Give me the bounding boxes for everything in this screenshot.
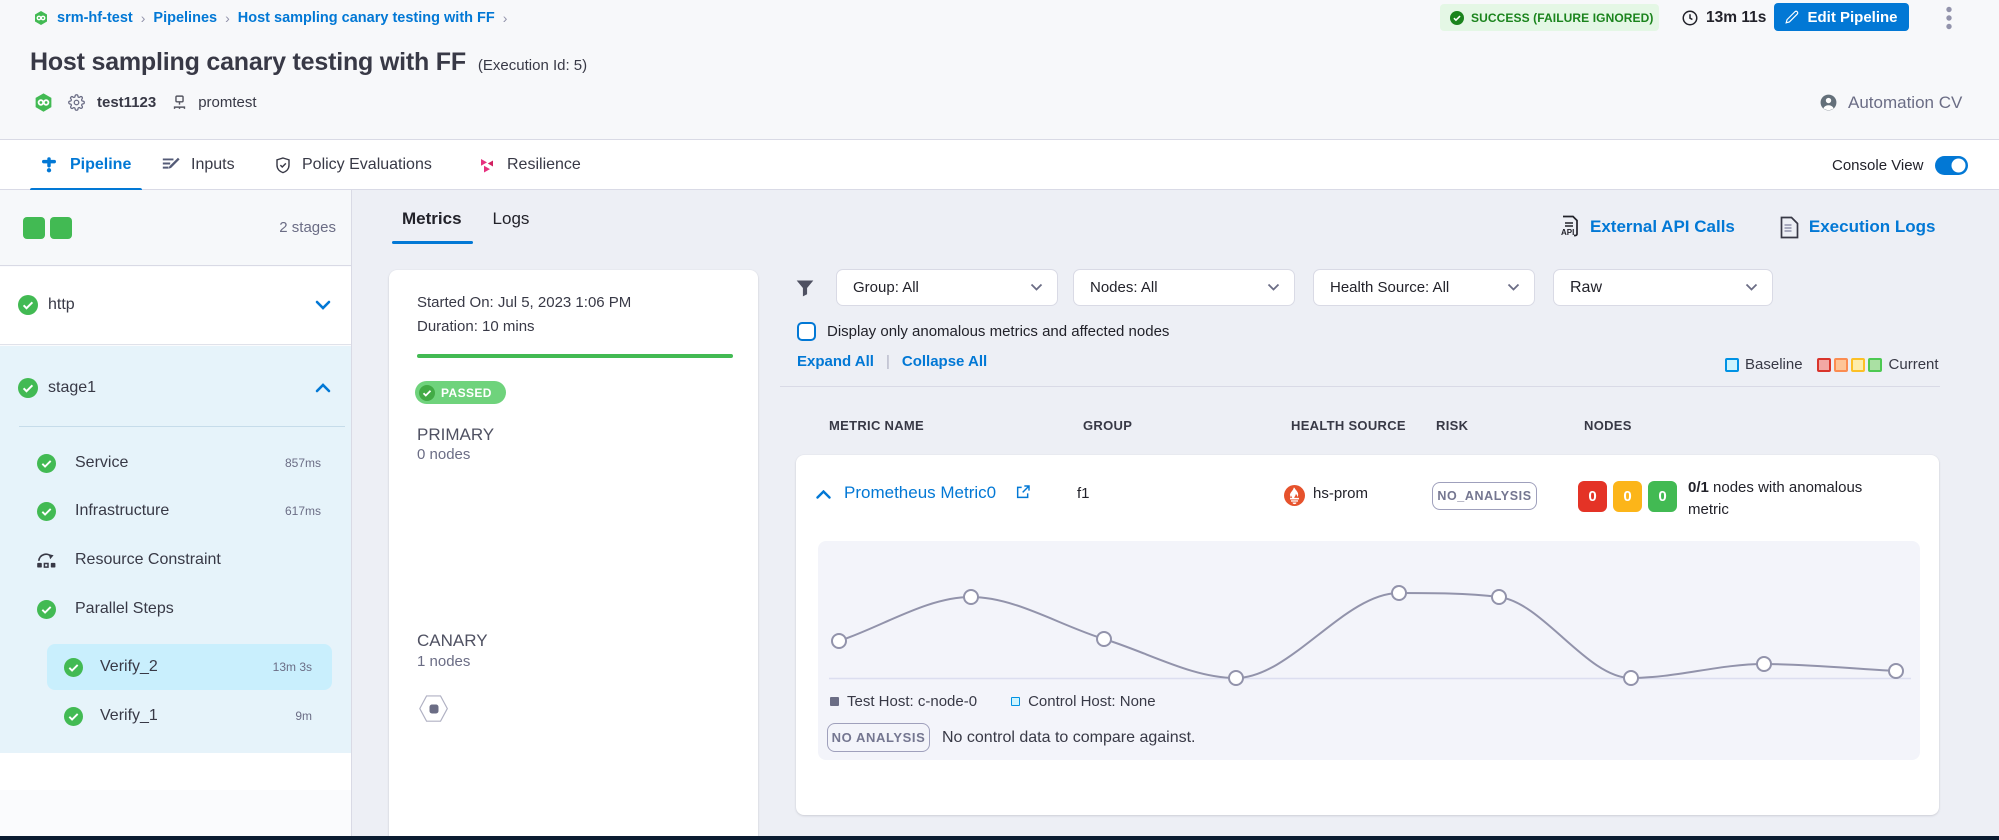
svg-text:API: API [1561, 228, 1574, 237]
